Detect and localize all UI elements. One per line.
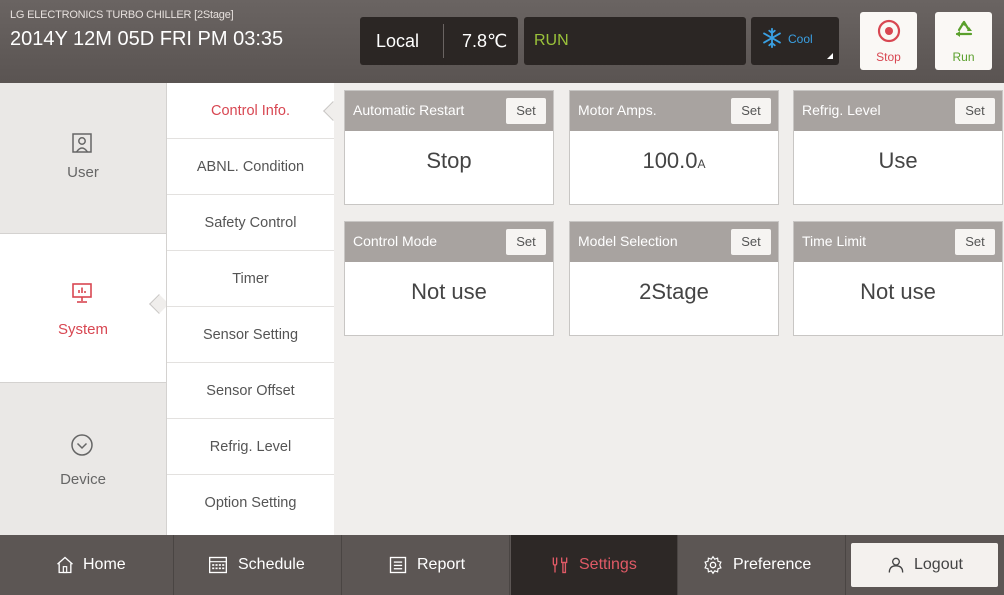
check-circle-icon — [71, 434, 93, 456]
card-value: Use — [878, 148, 918, 173]
submenu-refrig-level[interactable]: Refrig. Level — [167, 419, 334, 475]
footer-report-label: Report — [417, 556, 466, 573]
set-button[interactable]: Set — [506, 229, 546, 255]
user-icon — [72, 133, 92, 153]
footer-settings-button[interactable]: Settings — [511, 535, 678, 595]
card-title: Automatic Restart — [353, 102, 465, 118]
divider — [443, 24, 444, 58]
logout-label: Logout — [914, 556, 963, 573]
snowflake-icon — [763, 27, 781, 49]
tools-icon — [552, 557, 568, 574]
run-status-text: RUN — [534, 32, 569, 49]
footer-report-button[interactable]: Report — [343, 535, 510, 595]
nav-item-user[interactable]: User — [0, 83, 166, 233]
setting-card: Control Mode Set Not use — [344, 221, 554, 336]
card-title: Refrig. Level — [802, 102, 881, 118]
submenu-control-info[interactable]: Control Info. — [167, 83, 334, 139]
nav-label-system: System — [57, 321, 108, 338]
footer-home-button[interactable]: Home — [0, 535, 174, 595]
setting-card: Motor Amps. Set 100.0A — [569, 90, 779, 205]
control-mode-label: Local — [376, 31, 420, 51]
nav-item-device[interactable]: Device — [0, 385, 166, 535]
submenu-abnl-condition[interactable]: ABNL. Condition — [167, 139, 334, 195]
footer-home-label: Home — [83, 556, 126, 573]
home-icon — [57, 556, 73, 574]
recycle-icon — [955, 20, 973, 37]
run-button[interactable]: Run — [935, 12, 992, 70]
run-label: Run — [952, 50, 975, 64]
card-value: Not use — [860, 279, 936, 304]
user-icon — [888, 557, 904, 573]
temperature-readout: 7.8℃ — [462, 31, 508, 51]
run-status-panel: RUN — [524, 17, 746, 65]
footer-settings-label: Settings — [579, 556, 637, 573]
card-header: Automatic Restart Set — [345, 91, 553, 131]
nav-label-device: Device — [60, 471, 106, 488]
calendar-icon — [209, 556, 227, 574]
submenu-timer[interactable]: Timer — [167, 251, 334, 307]
operation-mode-selector[interactable]: Cool — [751, 17, 839, 65]
stop-button[interactable]: Stop — [860, 12, 917, 70]
stop-icon — [877, 19, 901, 43]
setting-card: Refrig. Level Set Use — [793, 90, 1003, 205]
card-value: Not use — [411, 279, 487, 304]
header-bar: LG ELECTRONICS TURBO CHILLER [2Stage] 20… — [0, 0, 1004, 83]
set-button[interactable]: Set — [955, 98, 995, 124]
footer-preference-button[interactable]: Preference — [679, 535, 846, 595]
card-value: Stop — [426, 148, 472, 173]
bottom-navigation: Home Schedule Report Settings Preference… — [0, 535, 1004, 595]
stop-label: Stop — [876, 50, 901, 64]
card-title: Control Mode — [353, 233, 438, 249]
monitor-icon — [72, 283, 92, 303]
set-button[interactable]: Set — [731, 98, 771, 124]
card-header: Model Selection Set — [570, 222, 778, 262]
card-header: Time Limit Set — [794, 222, 1002, 262]
set-button[interactable]: Set — [506, 98, 546, 124]
card-title: Motor Amps. — [578, 102, 657, 118]
datetime-display: 2014Y 12M 05D FRI PM 03:35 — [10, 28, 284, 50]
card-header: Motor Amps. Set — [570, 91, 778, 131]
submenu-sensor-offset[interactable]: Sensor Offset — [167, 363, 334, 419]
card-header: Control Mode Set — [345, 222, 553, 262]
footer-preference-label: Preference — [733, 556, 812, 573]
card-title: Model Selection — [578, 233, 678, 249]
mode-temperature-panel: Local 7.8℃ — [360, 17, 518, 65]
control-info-panel: Automatic Restart Set Stop Motor Amps. S… — [334, 83, 1004, 535]
footer-schedule-label: Schedule — [238, 556, 305, 573]
set-button[interactable]: Set — [955, 229, 995, 255]
set-button[interactable]: Set — [731, 229, 771, 255]
dropdown-corner-icon — [827, 53, 833, 59]
operation-mode-label: Cool — [788, 32, 813, 46]
logout-button[interactable]: Logout — [851, 543, 998, 587]
card-value: 2Stage — [639, 279, 709, 304]
submenu-safety-control[interactable]: Safety Control — [167, 195, 334, 251]
setting-card: Time Limit Set Not use — [793, 221, 1003, 336]
system-submenu: Control Info. ABNL. Condition Safety Con… — [166, 83, 343, 535]
card-header: Refrig. Level Set — [794, 91, 1002, 131]
setting-card: Automatic Restart Set Stop — [344, 90, 554, 205]
device-subtitle: LG ELECTRONICS TURBO CHILLER [2Stage] — [10, 9, 234, 21]
list-icon — [389, 556, 407, 574]
nav-item-system[interactable]: System — [0, 233, 166, 383]
left-navigation: User System Device — [0, 83, 169, 535]
card-value: 100.0A — [642, 148, 706, 173]
gear-icon — [704, 555, 722, 575]
submenu-sensor-setting[interactable]: Sensor Setting — [167, 307, 334, 363]
submenu-option-setting[interactable]: Option Setting — [167, 475, 334, 531]
setting-card: Model Selection Set 2Stage — [569, 221, 779, 336]
card-title: Time Limit — [802, 233, 867, 249]
nav-label-user: User — [67, 164, 99, 181]
footer-schedule-button[interactable]: Schedule — [175, 535, 342, 595]
